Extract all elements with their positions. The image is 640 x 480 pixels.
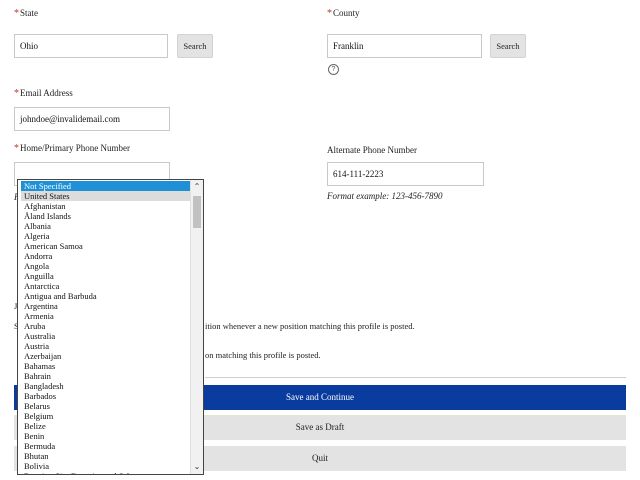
state-input[interactable]: Ohio <box>14 34 168 58</box>
country-option[interactable]: Armenia <box>21 311 193 321</box>
chevron-up-icon[interactable]: ⌃ <box>191 181 203 193</box>
email-field[interactable]: johndoe@invalidemail.com <box>14 107 170 131</box>
country-option[interactable]: Barbados <box>21 391 193 401</box>
country-option[interactable]: Bahrain <box>21 371 193 381</box>
country-option[interactable]: American Samoa <box>21 241 193 251</box>
required-marker: * <box>14 88 19 99</box>
required-marker: * <box>327 8 332 19</box>
county-label-text: County <box>333 8 360 18</box>
state-search-button[interactable]: Search <box>177 34 213 58</box>
country-option[interactable]: Afghanistan <box>21 201 193 211</box>
alt-phone-label: Alternate Phone Number <box>327 145 417 155</box>
divider <box>205 377 626 378</box>
county-search-button[interactable]: Search <box>490 34 526 58</box>
country-option[interactable]: Angola <box>21 261 193 271</box>
chevron-down-icon[interactable]: ⌄ <box>191 461 203 473</box>
country-option[interactable]: Not Specified <box>21 181 193 191</box>
country-option[interactable]: Bonaire, Sint Eustatius and Saba <box>21 471 193 474</box>
country-option[interactable]: Bangladesh <box>21 381 193 391</box>
home-phone-label-text: Home/Primary Phone Number <box>20 143 130 153</box>
scrollbar-thumb[interactable] <box>193 196 201 228</box>
country-option[interactable]: Albania <box>21 221 193 231</box>
country-option[interactable]: United States <box>21 191 193 201</box>
country-option[interactable]: Åland Islands <box>21 211 193 221</box>
county-input[interactable]: Franklin <box>327 34 482 58</box>
country-option[interactable]: Antigua and Barbuda <box>21 291 193 301</box>
country-option[interactable]: Aruba <box>21 321 193 331</box>
required-marker: * <box>14 8 19 19</box>
email-label: *Email Address <box>14 88 73 99</box>
home-phone-label: *Home/Primary Phone Number <box>14 143 130 154</box>
alt-phone-field[interactable]: 614-111-2223 <box>327 162 484 186</box>
county-label: *County <box>327 8 360 19</box>
help-icon[interactable]: ? <box>328 64 339 75</box>
notify-text-1: ition whenever a new position matching t… <box>205 321 415 331</box>
required-marker: * <box>14 143 19 154</box>
state-label-text: State <box>20 8 38 18</box>
country-option[interactable]: Argentina <box>21 301 193 311</box>
country-option[interactable]: Belize <box>21 421 193 431</box>
country-option[interactable]: Bolivia <box>21 461 193 471</box>
notify-text-2: on matching this profile is posted. <box>205 350 321 360</box>
country-options: Not Specified United States Afghanistan Åla… <box>21 181 193 474</box>
country-option[interactable]: Algeria <box>21 231 193 241</box>
country-option[interactable]: Anguilla <box>21 271 193 281</box>
country-option[interactable]: Antarctica <box>21 281 193 291</box>
country-option[interactable]: Belgium <box>21 411 193 421</box>
country-option[interactable]: Bahamas <box>21 361 193 371</box>
country-option[interactable]: Andorra <box>21 251 193 261</box>
email-label-text: Email Address <box>20 88 73 98</box>
country-option[interactable]: Belarus <box>21 401 193 411</box>
country-option[interactable]: Benin <box>21 431 193 441</box>
alt-phone-format-hint: Format example: 123-456-7890 <box>327 191 443 201</box>
dropdown-scrollbar[interactable]: ⌃ ⌄ <box>190 180 203 474</box>
country-option[interactable]: Azerbaijan <box>21 351 193 361</box>
country-option[interactable]: Bermuda <box>21 441 193 451</box>
state-label: *State <box>14 8 38 19</box>
country-option[interactable]: Australia <box>21 331 193 341</box>
country-dropdown-list[interactable]: Not Specified United States Afghanistan Åla… <box>17 179 204 475</box>
country-option[interactable]: Bhutan <box>21 451 193 461</box>
country-option[interactable]: Austria <box>21 341 193 351</box>
